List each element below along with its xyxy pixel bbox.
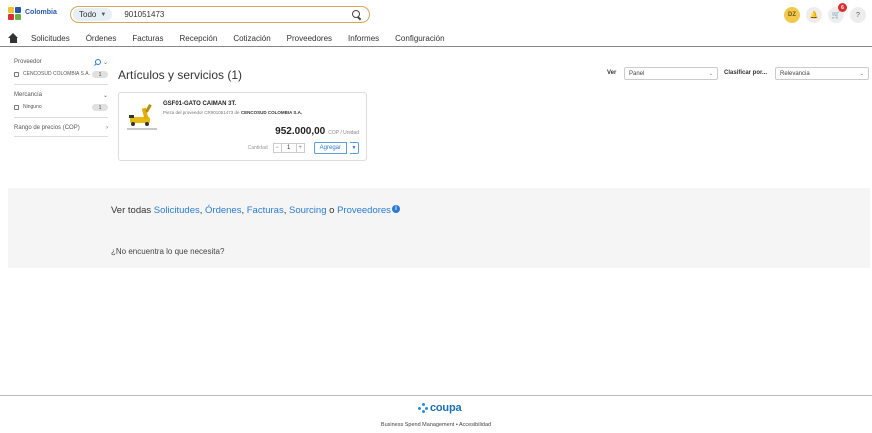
- quantity-input[interactable]: 1: [281, 143, 296, 153]
- price-range-title: Rango de precios (COP): [14, 125, 80, 131]
- see-all-prefix: Ver todas: [111, 205, 152, 216]
- nav-cotizacion[interactable]: Cotización: [233, 34, 270, 43]
- product-price: 952.000,00: [275, 126, 326, 137]
- quantity-stepper: − 1 +: [272, 143, 305, 153]
- add-options-dropdown[interactable]: ▼: [350, 142, 359, 154]
- supplier-checkbox[interactable]: [14, 72, 19, 77]
- or-word: o: [329, 205, 335, 216]
- merch-count: 1: [92, 104, 108, 111]
- nav-solicitudes[interactable]: Solicitudes: [31, 34, 70, 43]
- divider: [14, 117, 108, 118]
- main-nav: Solicitudes Órdenes Facturas Recepción C…: [0, 30, 872, 47]
- logo-subtext: [25, 17, 57, 20]
- increment-button[interactable]: +: [295, 143, 305, 153]
- coupa-brand: coupa: [430, 402, 462, 414]
- link-proveedores[interactable]: Proveedores: [337, 205, 391, 216]
- search-icon[interactable]: [94, 58, 101, 66]
- see-all-banner: Ver todas Solicitudes, Órdenes, Facturas…: [8, 188, 870, 268]
- footer-links[interactable]: Business Spend Management • Accesibilida…: [0, 422, 872, 428]
- supplier-option-label: CENCOSUD COLOMBIA S.A.: [23, 71, 90, 77]
- sort-select-value: Relevancia: [780, 70, 810, 77]
- bell-icon[interactable]: 🔔: [806, 7, 822, 23]
- help-icon[interactable]: ?: [850, 7, 866, 23]
- view-select[interactable]: Panel ⌄: [624, 67, 718, 80]
- link-solicitudes[interactable]: Solicitudes: [154, 205, 200, 216]
- product-supplier-info: Pieza del proveedor CR901051473 de CENCO…: [163, 110, 302, 115]
- info-icon[interactable]: i: [391, 205, 400, 213]
- cart-count-badge: 6: [838, 3, 847, 12]
- nav-recepcion[interactable]: Recepción: [180, 34, 218, 43]
- product-supplier-name: CENCOSUD COLOMBIA S.A.: [240, 110, 303, 115]
- divider: [14, 84, 108, 85]
- search-input[interactable]: 901051473: [124, 10, 351, 19]
- product-name[interactable]: GSF01-GATO CAIMAN 3T.: [163, 101, 236, 107]
- merch-filter-header[interactable]: Mercancía ⌄: [14, 90, 108, 100]
- supplier-count: 1: [92, 71, 108, 78]
- chevron-down-icon: ▼: [100, 11, 107, 18]
- global-search: Todo ▼ 901051473: [70, 6, 370, 23]
- see-all-text: Ver todas Solicitudes, Órdenes, Facturas…: [111, 205, 400, 216]
- company-logo[interactable]: Colombia: [8, 5, 58, 23]
- chevron-down-icon[interactable]: ⌄: [103, 59, 108, 66]
- logo-mark-icon: [8, 7, 22, 21]
- footer-divider: [0, 395, 872, 396]
- add-to-cart-button[interactable]: Agregar: [313, 142, 347, 154]
- divider: [14, 136, 108, 137]
- merch-filter-title: Mercancía: [14, 92, 43, 98]
- not-found-text: ¿No encuentra lo que necesita?: [111, 247, 225, 256]
- results-title: Artículos y servicios (1): [118, 68, 243, 82]
- product-image-caption: [127, 128, 157, 130]
- link-sourcing[interactable]: Sourcing: [289, 205, 327, 216]
- product-card: GSF01-GATO CAIMAN 3T. Pieza del proveedo…: [118, 92, 367, 161]
- sort-select[interactable]: Relevancia ⌄: [775, 67, 869, 80]
- merch-option[interactable]: Ninguno 1: [14, 104, 108, 111]
- product-unit: COP / Unidad: [328, 130, 359, 136]
- merch-option-label: Ninguno: [23, 104, 42, 110]
- filter-sidebar: Proveedor ⌄ CENCOSUD COLOMBIA S.A. 1 Mer…: [14, 57, 108, 137]
- supplier-filter-title: Proveedor: [14, 59, 42, 65]
- nav-proveedores[interactable]: Proveedores: [287, 34, 332, 43]
- product-image[interactable]: [127, 101, 157, 129]
- product-part-text: Pieza del proveedor CR901051473 de: [163, 110, 240, 115]
- nav-ordenes[interactable]: Órdenes: [86, 34, 117, 43]
- price-range-filter-header[interactable]: Rango de precios (COP) ›: [14, 123, 108, 133]
- logo-name: Colombia: [25, 8, 57, 16]
- top-header: Colombia Todo ▼ 901051473 DZ 🔔 🛒 6 ?: [0, 0, 872, 30]
- chevron-down-icon: ⌄: [708, 70, 713, 77]
- coupa-logo[interactable]: coupa: [418, 402, 462, 414]
- search-scope-dropdown[interactable]: Todo ▼: [73, 8, 113, 21]
- user-avatar[interactable]: DZ: [784, 7, 800, 23]
- sort-label: Clasificar por...: [724, 70, 768, 76]
- view-label: Ver: [607, 70, 617, 76]
- cart-icon[interactable]: 🛒 6: [828, 3, 847, 23]
- nav-configuracion[interactable]: Configuración: [395, 34, 444, 43]
- decrement-button[interactable]: −: [272, 143, 282, 153]
- nav-facturas[interactable]: Facturas: [132, 34, 163, 43]
- view-select-value: Panel: [629, 70, 645, 77]
- link-facturas[interactable]: Facturas: [247, 205, 284, 216]
- home-icon[interactable]: [8, 33, 19, 43]
- link-ordenes[interactable]: Órdenes: [205, 205, 241, 216]
- chevron-down-icon: ⌄: [859, 70, 864, 77]
- search-scope-label: Todo: [79, 10, 97, 19]
- chevron-down-icon[interactable]: ⌄: [103, 92, 108, 99]
- supplier-option[interactable]: CENCOSUD COLOMBIA S.A. 1: [14, 71, 108, 78]
- coupa-mark-icon: [418, 403, 428, 413]
- quantity-label: Cantidad: [247, 145, 268, 151]
- nav-informes[interactable]: Informes: [348, 34, 379, 43]
- merch-checkbox[interactable]: [14, 105, 19, 110]
- supplier-filter-header[interactable]: Proveedor ⌄: [14, 57, 108, 67]
- search-icon[interactable]: [351, 9, 363, 21]
- chevron-right-icon[interactable]: ›: [106, 125, 108, 131]
